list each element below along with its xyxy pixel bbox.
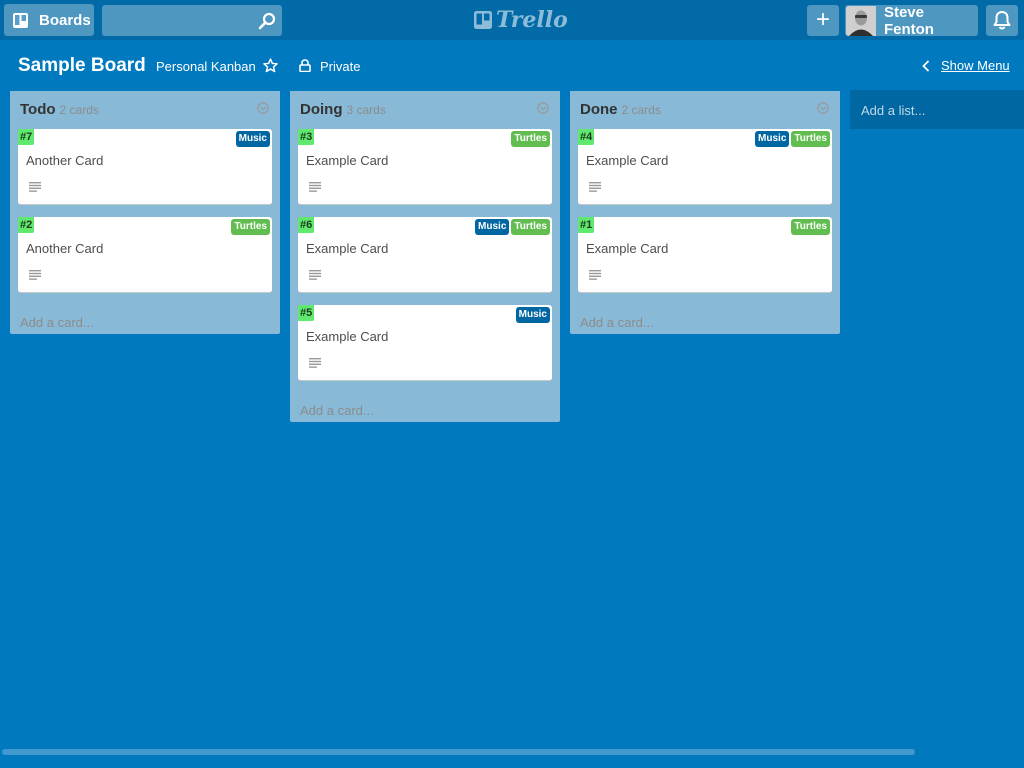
label-turtles: Turtles	[791, 219, 830, 235]
top-header: Boards Trello + Steve Fenton	[0, 0, 1024, 40]
description-icon	[29, 182, 41, 192]
chevron-down-circle-icon[interactable]	[537, 102, 549, 114]
board-team[interactable]: Personal Kanban	[156, 59, 256, 74]
list-card-count: 2 cards	[621, 103, 661, 117]
description-icon	[309, 270, 321, 280]
list-title[interactable]: Todo 2 cards	[20, 101, 99, 118]
label-music: Music	[515, 307, 550, 323]
list-header: Todo 2 cards	[10, 91, 280, 129]
board-icon	[13, 12, 28, 28]
add-list-button[interactable]: Add a list...	[850, 90, 1024, 129]
list-header: Done 2 cards	[570, 91, 840, 129]
description-icon	[589, 270, 601, 280]
lock-icon	[299, 59, 311, 72]
card-labels: Turtles	[231, 219, 270, 235]
card-labels: Music Turtles	[755, 131, 830, 147]
add-card-button[interactable]: Add a card...	[10, 305, 280, 339]
board-title[interactable]: Sample Board	[18, 55, 146, 77]
label-turtles: Turtles	[791, 131, 830, 147]
boards-button[interactable]: Boards	[4, 4, 94, 36]
label-turtles: Turtles	[231, 219, 270, 235]
search-icon[interactable]	[258, 12, 276, 30]
notifications-button[interactable]	[986, 5, 1018, 36]
list-done: Done 2 cards #4 Music Turtles Example Car…	[570, 91, 840, 334]
card[interactable]: #1 Turtles Example Card	[578, 217, 832, 293]
horizontal-scrollbar[interactable]	[2, 749, 915, 755]
list-card-count: 3 cards	[346, 103, 386, 117]
card[interactable]: #2 Turtles Another Card	[18, 217, 272, 293]
card-title: Example Card	[306, 153, 389, 168]
card-number: #2	[18, 217, 35, 233]
card-number: #4	[578, 129, 595, 145]
card-number: #6	[298, 217, 315, 233]
trello-logo-icon	[474, 11, 492, 29]
description-icon	[589, 182, 601, 192]
card-title: Example Card	[586, 153, 669, 168]
label-music: Music	[235, 131, 270, 147]
card[interactable]: #5 Music Example Card	[298, 305, 552, 381]
card-labels: Music	[235, 131, 270, 147]
card[interactable]: #3 Turtles Example Card	[298, 129, 552, 205]
card-labels: Turtles	[511, 131, 550, 147]
user-name: Steve Fenton	[883, 3, 934, 38]
card-title: Example Card	[306, 329, 389, 344]
add-card-button[interactable]: Add a card...	[290, 393, 560, 427]
card[interactable]: #4 Music Turtles Example Card	[578, 129, 832, 205]
card-labels: Turtles	[791, 219, 830, 235]
chevron-down-circle-icon[interactable]	[257, 102, 269, 114]
avatar-image	[846, 5, 876, 36]
list-title[interactable]: Doing 3 cards	[300, 101, 386, 118]
label-turtles: Turtles	[511, 131, 550, 147]
list-title-text: Todo	[20, 101, 56, 118]
board-privacy[interactable]: Private	[320, 59, 360, 74]
label-music: Music	[755, 131, 790, 147]
list-doing: Doing 3 cards #3 Turtles Example Card #6 …	[290, 91, 560, 422]
card-number: #1	[578, 217, 595, 233]
list-title[interactable]: Done 2 cards	[580, 101, 661, 118]
card-number: #7	[18, 129, 35, 145]
card-number: #3	[298, 129, 315, 145]
show-menu-button[interactable]: Show Menu	[922, 58, 1010, 73]
boards-button-label: Boards	[39, 11, 91, 29]
card[interactable]: #6 Music Turtles Example Card	[298, 217, 552, 293]
description-icon	[29, 270, 41, 280]
list-title-text: Done	[580, 101, 618, 118]
search-box	[102, 5, 282, 36]
list-todo: Todo 2 cards #7 Music Another Card #2 Tur…	[10, 91, 280, 334]
description-icon	[309, 358, 321, 368]
add-card-button[interactable]: Add a card...	[570, 305, 840, 339]
label-music: Music	[475, 219, 510, 235]
chevron-down-circle-icon[interactable]	[817, 102, 829, 114]
star-icon[interactable]	[263, 58, 278, 73]
label-turtles: Turtles	[511, 219, 550, 235]
card-title: Another Card	[26, 153, 104, 168]
card-labels: Music	[515, 307, 550, 323]
list-card-count: 2 cards	[59, 103, 99, 117]
list-header: Doing 3 cards	[290, 91, 560, 129]
card-title: Example Card	[586, 241, 669, 256]
card-title: Another Card	[26, 241, 104, 256]
add-button[interactable]: +	[807, 5, 839, 36]
card-number: #5	[298, 305, 315, 321]
card[interactable]: #7 Music Another Card	[18, 129, 272, 205]
search-input[interactable]	[102, 5, 252, 36]
trello-logo[interactable]: Trello	[474, 7, 568, 33]
chevron-left-icon	[922, 59, 930, 72]
show-menu-label: Show Menu	[941, 58, 1010, 73]
card-title: Example Card	[306, 241, 389, 256]
bell-icon	[993, 11, 1011, 30]
trello-logo-text: Trello	[496, 7, 568, 33]
list-title-text: Doing	[300, 101, 343, 118]
user-menu-button[interactable]: Steve Fenton	[845, 3, 978, 38]
avatar	[846, 5, 876, 36]
card-labels: Music Turtles	[475, 219, 550, 235]
description-icon	[309, 182, 321, 192]
